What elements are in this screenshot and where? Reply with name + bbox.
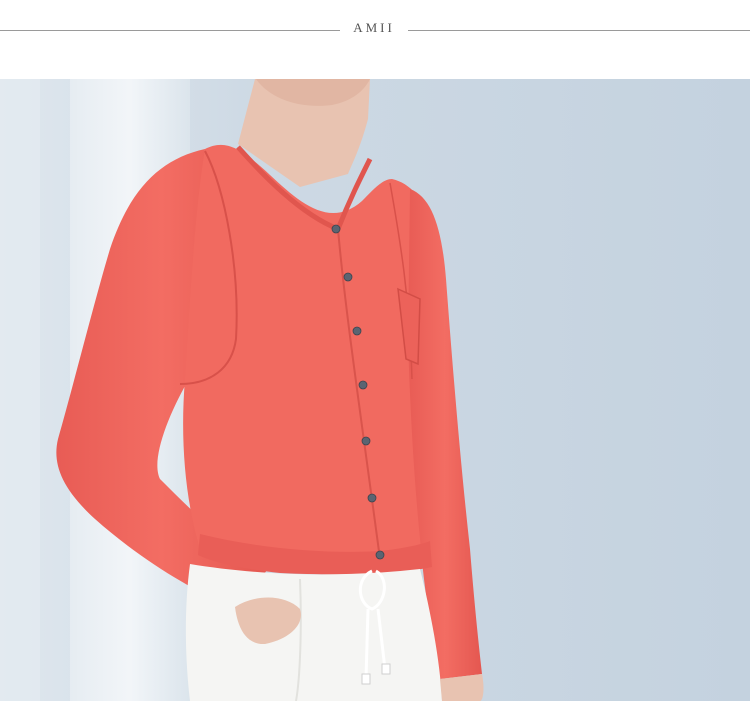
button-7 <box>375 550 385 560</box>
product-photo-illustration <box>0 79 750 701</box>
header-divider-right <box>408 30 750 31</box>
white-pants <box>185 564 442 701</box>
page-header: AMII <box>0 0 750 79</box>
button-4 <box>358 380 368 390</box>
product-photo <box>0 79 750 701</box>
brand-logo: AMII <box>353 20 395 35</box>
button-5 <box>361 436 371 446</box>
button-3 <box>352 326 362 336</box>
header-divider-left <box>0 30 340 31</box>
button-2 <box>343 272 353 282</box>
button-6 <box>367 493 377 503</box>
page-footer <box>0 701 750 721</box>
button-1 <box>331 224 341 234</box>
